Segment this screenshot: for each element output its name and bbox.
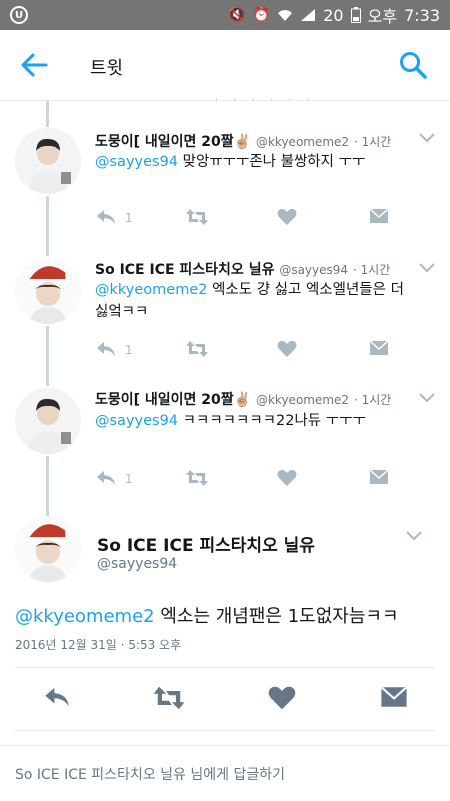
reply-button[interactable]: 1	[95, 468, 133, 492]
handle[interactable]: @sayyes94	[97, 556, 177, 572]
clock-time: 7:33	[404, 5, 440, 25]
divider	[15, 730, 435, 731]
app-bar: 트윗	[0, 30, 450, 101]
reply-button[interactable]: 1	[95, 339, 133, 363]
retweet-button[interactable]	[185, 468, 209, 492]
mention-link[interactable]: @kkyeomeme2	[95, 282, 207, 298]
chevron-down-icon[interactable]	[418, 132, 436, 144]
tweet-actions: 1	[95, 468, 395, 490]
timestamp: · 1시간	[352, 263, 391, 277]
reply-count: 1	[125, 343, 133, 357]
reply-count: 1	[125, 472, 133, 486]
page-title: 트윗	[90, 58, 124, 79]
reply-composer[interactable]: So ICE ICE 피스타치오 닐유 님에게 답글하기	[0, 745, 450, 801]
thread-line	[46, 196, 49, 256]
mention-link[interactable]: @sayyes94	[95, 413, 178, 429]
more-replies-indicator[interactable]: · · · · · ·	[215, 95, 316, 106]
message-button[interactable]	[369, 468, 389, 490]
arrow-left-icon[interactable]	[20, 52, 48, 78]
retweet-button[interactable]	[152, 684, 186, 716]
message-button[interactable]	[380, 684, 408, 714]
avatar[interactable]	[15, 388, 81, 454]
signal-icon	[301, 9, 316, 21]
message-button[interactable]	[369, 207, 389, 229]
mention-link[interactable]: @kkyeomeme2	[15, 606, 155, 627]
like-button[interactable]	[277, 339, 297, 363]
timestamp: · 1시간	[353, 393, 392, 407]
tweet-text: @sayyes94 ㅋㅋㅋㅋㅋㅋㅋ22나듀 ㅜㅜㅜ	[95, 413, 366, 429]
alarm-icon: ⏰	[252, 7, 271, 23]
retweet-button[interactable]	[185, 339, 209, 363]
retweet-button[interactable]	[185, 207, 209, 231]
like-button[interactable]	[268, 684, 296, 716]
chevron-down-icon[interactable]	[418, 392, 436, 404]
reply-input[interactable]: So ICE ICE 피스타치오 닐유 님에게 답글하기	[15, 764, 285, 784]
mention-link[interactable]: @sayyes94	[95, 154, 178, 170]
timestamp: · 1시간	[353, 135, 392, 149]
app-notification-icon: U	[10, 6, 28, 24]
battery-level: 20	[323, 5, 344, 25]
timestamp[interactable]: 2016년 12월 31일 · 5:53 오후	[15, 636, 181, 653]
display-name[interactable]: So ICE ICE 피스타치오 닐유 @sayyes94 · 1시간	[95, 259, 390, 279]
message-button[interactable]	[369, 339, 389, 361]
status-bar: U 🔇 ⏰ 20 오후 7:33	[0, 0, 450, 30]
wifi-icon	[278, 10, 293, 21]
chevron-down-icon[interactable]	[405, 530, 423, 542]
tweet-text: @sayyes94 맞앙ㅠㅜㅜ존나 불쌍하지 ㅜㅜ	[95, 154, 366, 170]
like-button[interactable]	[277, 468, 297, 492]
chevron-down-icon[interactable]	[418, 262, 436, 274]
thread-line	[46, 456, 49, 516]
mute-icon: 🔇	[228, 7, 246, 23]
like-button[interactable]	[277, 207, 297, 231]
divider	[15, 667, 435, 668]
reply-count: 1	[125, 211, 133, 225]
display-name[interactable]: 도뭉이[ 내일이면 20짤✌🏼 @kkyeomeme2 · 1시간	[95, 389, 391, 409]
handle: @kkyeomeme2	[255, 135, 350, 149]
tweet-text: @kkyeomeme2 엑소도 걍 싫고 엑소엘년들은 더 싫엌ㅋㅋ	[95, 282, 404, 320]
reply-button[interactable]	[42, 684, 72, 714]
thread-line	[46, 326, 49, 386]
time-ampm: 오후	[367, 7, 398, 26]
display-name[interactable]: 도뭉이[ 내일이면 20짤✌🏼 @kkyeomeme2 · 1시간	[95, 131, 391, 151]
handle: @kkyeomeme2	[255, 393, 350, 407]
battery-icon	[350, 7, 361, 23]
tweet-actions: 1	[95, 207, 395, 229]
thread-line	[46, 101, 49, 127]
display-name[interactable]: So ICE ICE 피스타치오 닐유	[97, 531, 315, 556]
handle: @sayyes94	[279, 263, 349, 277]
reply-button[interactable]: 1	[95, 207, 133, 231]
avatar[interactable]	[15, 516, 81, 582]
search-icon[interactable]	[398, 50, 428, 80]
tweet-actions: 1	[95, 339, 395, 361]
avatar[interactable]	[15, 258, 81, 324]
tweet-text: @kkyeomeme2 엑소는 개념팬은 1도없자늠ㅋㅋ	[15, 606, 399, 627]
avatar[interactable]	[15, 128, 81, 194]
